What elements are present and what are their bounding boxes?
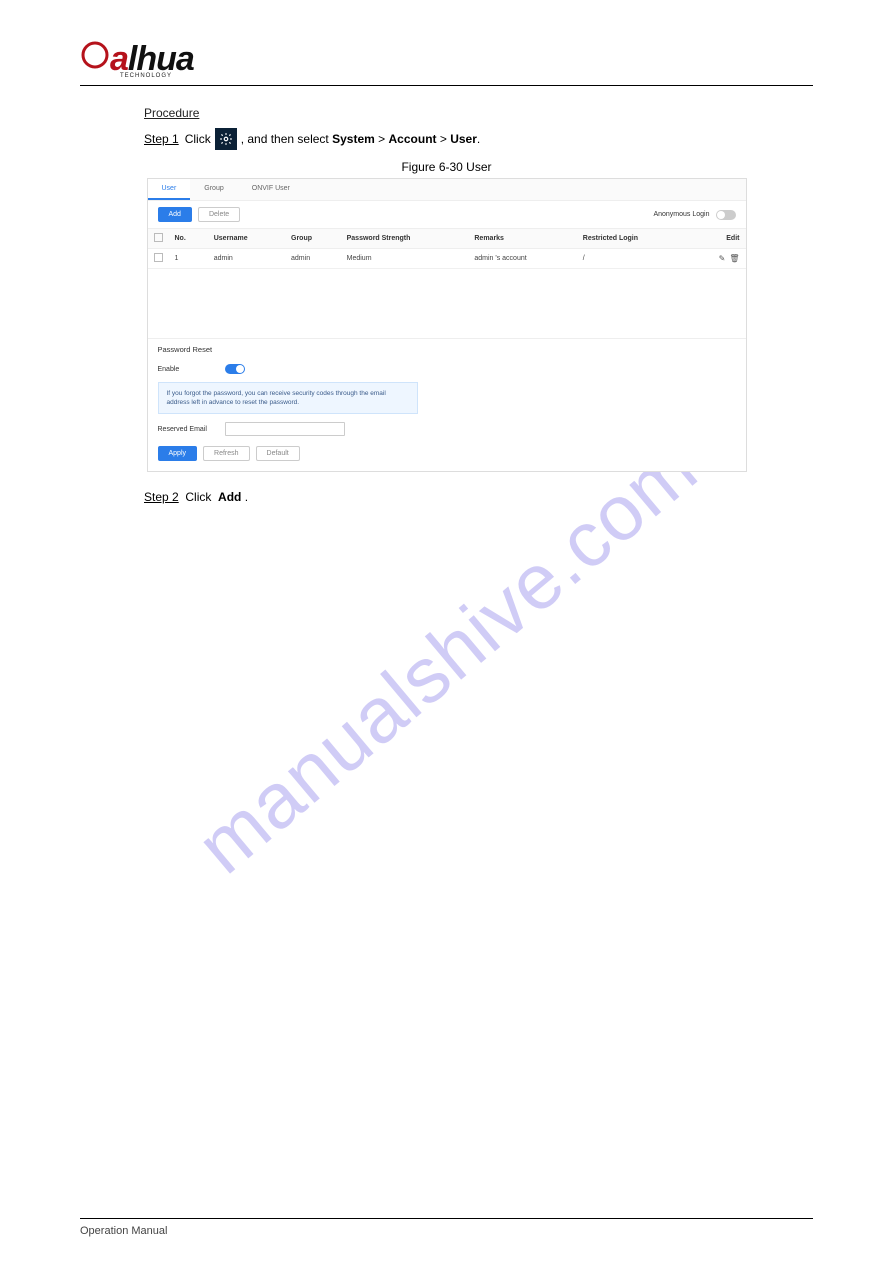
col-remarks: Remarks xyxy=(468,229,576,249)
cell-no: 1 xyxy=(169,249,208,269)
brand-logo: a lhua TECHNOLOGY xyxy=(80,40,194,79)
refresh-button[interactable]: Refresh xyxy=(203,446,250,461)
cell-restricted: / xyxy=(577,249,690,269)
step-1-period: . xyxy=(477,132,480,146)
cell-strength: Medium xyxy=(341,249,469,269)
footer: Operation Manual xyxy=(80,1225,813,1237)
footer-left: Operation Manual xyxy=(80,1225,167,1237)
toolbar-row: Add Delete Anonymous Login xyxy=(148,201,746,228)
apply-button[interactable]: Apply xyxy=(158,446,198,461)
cell-group: admin xyxy=(285,249,341,269)
reserved-email-label: Reserved Email xyxy=(158,426,213,433)
step-2-label: Step 2 xyxy=(144,490,179,504)
col-edit: Edit xyxy=(690,229,745,249)
gear-icon xyxy=(215,128,237,150)
step-1-line: Step 1 Click , and then select System > … xyxy=(144,128,813,150)
col-password-strength: Password Strength xyxy=(341,229,469,249)
user-page-screenshot: User Group ONVIF User Add Delete Anonymo… xyxy=(147,178,747,472)
figure-6-30-label: Figure 6-30 User xyxy=(80,160,813,174)
footer-rule xyxy=(80,1218,813,1219)
delete-row-icon[interactable]: 🗑 xyxy=(729,254,739,263)
enable-label: Enable xyxy=(158,366,213,373)
select-all-checkbox[interactable] xyxy=(154,233,163,242)
add-button[interactable]: Add xyxy=(158,207,192,222)
step-1-text-select: , and then select xyxy=(241,132,329,146)
step-2-line: Step 2 Click Add . xyxy=(144,490,813,504)
delete-button[interactable]: Delete xyxy=(198,207,240,222)
password-reset-heading: Password Reset xyxy=(148,338,746,360)
step-2-bold-add: Add xyxy=(218,490,241,504)
step-2-period: . xyxy=(245,490,248,504)
sep1: > xyxy=(378,132,385,146)
step-1-label: Step 1 xyxy=(144,132,179,146)
tabs-row: User Group ONVIF User xyxy=(148,179,746,201)
tab-user[interactable]: User xyxy=(148,179,191,200)
logo-swirl-icon xyxy=(80,40,110,70)
step-1-bold-user: User xyxy=(450,132,477,146)
col-username: Username xyxy=(208,229,285,249)
cell-remarks: admin 's account xyxy=(468,249,576,269)
row-checkbox[interactable] xyxy=(154,253,163,262)
users-table: No. Username Group Password Strength Rem… xyxy=(148,228,746,269)
header-logo-row: a lhua TECHNOLOGY xyxy=(80,40,813,86)
col-no: No. xyxy=(169,229,208,249)
tab-group[interactable]: Group xyxy=(190,179,237,200)
col-group: Group xyxy=(285,229,341,249)
step-2-text: Click xyxy=(185,490,211,504)
step-1-bold-system: System xyxy=(332,132,375,146)
anonymous-login-toggle[interactable] xyxy=(716,210,736,220)
anonymous-login-label: Anonymous Login xyxy=(653,211,709,218)
step-1-bold-account: Account xyxy=(389,132,437,146)
step-1-text-click: Click xyxy=(185,132,211,146)
edit-icon[interactable]: ✎ xyxy=(719,254,726,263)
col-checkbox xyxy=(148,229,169,249)
cell-username: admin xyxy=(208,249,285,269)
reserved-email-input[interactable] xyxy=(225,422,345,436)
col-restricted-login: Restricted Login xyxy=(577,229,690,249)
default-button[interactable]: Default xyxy=(256,446,300,461)
table-row: 1 admin admin Medium admin 's account / … xyxy=(148,249,746,269)
password-reset-info: If you forgot the password, you can rece… xyxy=(158,382,418,414)
enable-toggle[interactable] xyxy=(225,364,245,374)
tab-onvif-user[interactable]: ONVIF User xyxy=(238,179,304,200)
sep2: > xyxy=(440,132,447,146)
procedure-heading: Procedure xyxy=(144,106,813,120)
